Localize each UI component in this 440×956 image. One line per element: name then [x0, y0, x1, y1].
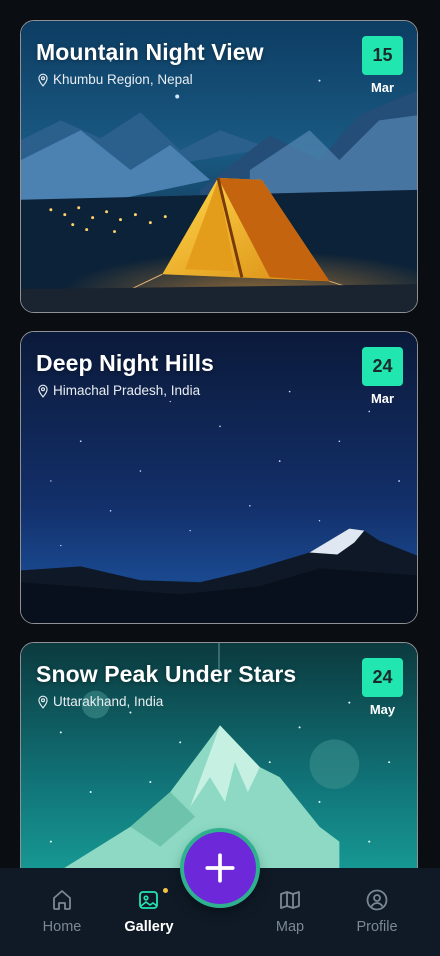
notification-dot: [163, 888, 168, 893]
nav-label: Map: [275, 919, 305, 935]
location-pin-icon: [38, 73, 48, 87]
card-location: Himachal Pradesh, India: [36, 383, 200, 398]
home-icon: [53, 890, 71, 910]
map-icon: [280, 891, 300, 909]
date-month: May: [369, 702, 396, 717]
card-location: Khumbu Region, Nepal: [36, 72, 193, 87]
nav-item-home[interactable]: Home: [19, 888, 105, 935]
date-month: Mar: [370, 391, 395, 406]
date-day: 24: [362, 658, 403, 697]
date-badge: 24 Mar: [362, 347, 403, 406]
nav-item-gallery[interactable]: Gallery: [106, 888, 192, 935]
plus-icon: [205, 853, 235, 883]
nav-item-profile[interactable]: Profile: [334, 888, 420, 935]
location-pin-icon: [38, 695, 48, 709]
date-badge: 15 Mar: [362, 36, 403, 95]
photo-card-deep-night-hills[interactable]: Deep Night Hills Himachal Pradesh, India…: [20, 331, 418, 624]
date-day: 24: [362, 347, 403, 386]
date-badge: 24 May: [362, 658, 403, 717]
date-month: Mar: [370, 80, 395, 95]
card-title: Deep Night Hills: [36, 350, 214, 376]
gallery-icon: [139, 891, 158, 909]
nav-label: Profile: [356, 919, 398, 935]
gallery-feed: Mountain Night View Khumbu Region, Nepal…: [0, 0, 440, 956]
add-photo-button[interactable]: [184, 832, 256, 904]
location-label: Uttarakhand, India: [53, 694, 164, 709]
location-label: Khumbu Region, Nepal: [53, 72, 193, 87]
location-pin-icon: [38, 384, 48, 398]
card-location: Uttarakhand, India: [36, 694, 163, 709]
nav-label: Gallery: [124, 919, 174, 935]
profile-icon: [366, 889, 388, 911]
location-label: Himachal Pradesh, India: [53, 383, 201, 398]
card-title: Mountain Night View: [36, 39, 264, 65]
photo-card-mountain-night-view[interactable]: Mountain Night View Khumbu Region, Nepal…: [20, 20, 418, 313]
nav-label: Home: [42, 919, 82, 935]
nav-item-map[interactable]: Map: [247, 888, 333, 935]
date-day: 15: [362, 36, 403, 75]
card-title: Snow Peak Under Stars: [36, 661, 297, 687]
